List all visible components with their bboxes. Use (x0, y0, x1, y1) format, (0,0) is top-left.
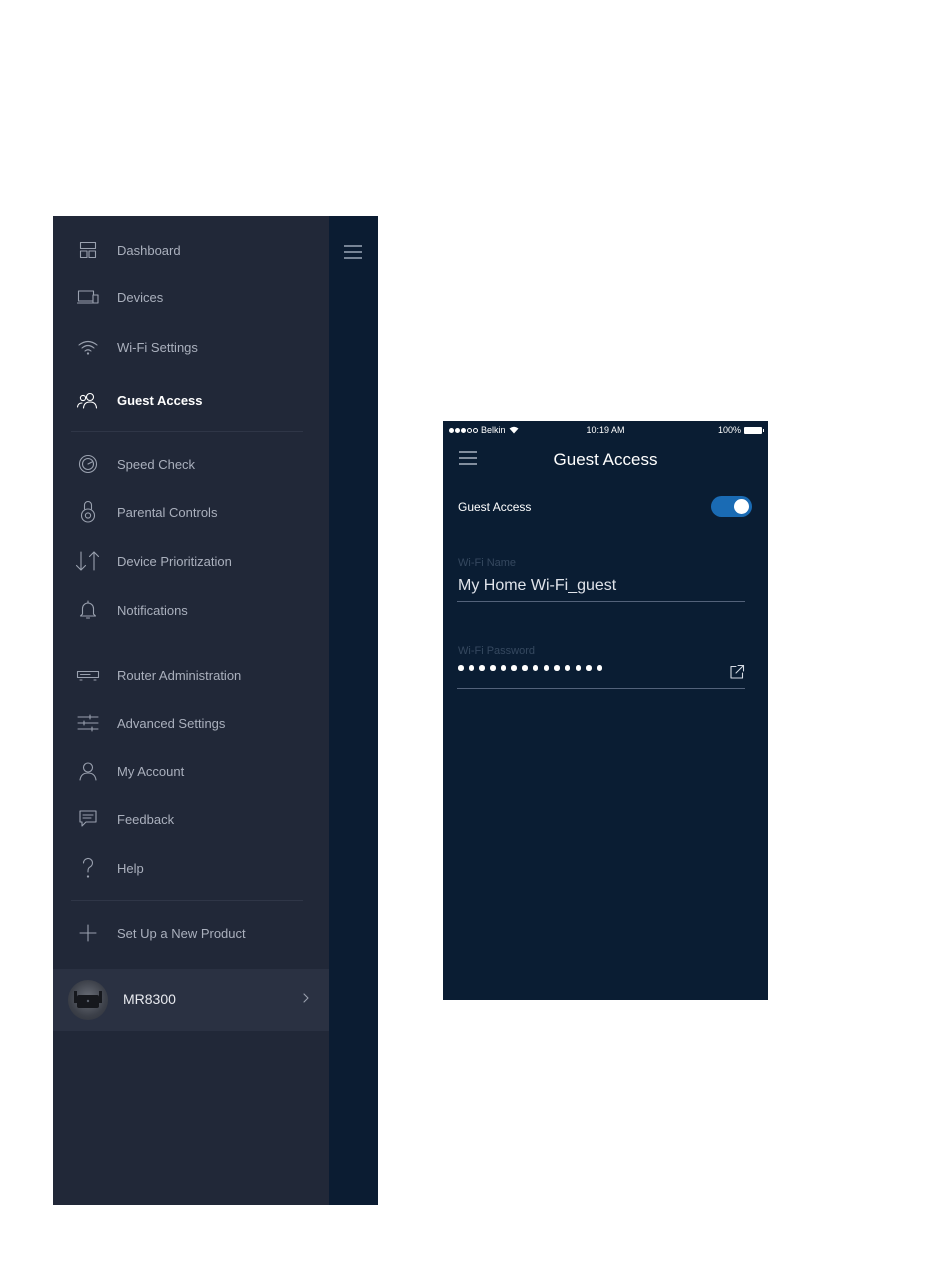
wifi-name-caption: Wi-Fi Name (458, 557, 517, 569)
navigation-menu-screen: Dashboard Devices Wi-Fi Settings Guest A… (53, 216, 378, 1205)
menu-item-parental-controls[interactable]: Parental Controls (53, 492, 329, 532)
password-mask-dot (490, 665, 496, 671)
password-mask-dot (479, 665, 485, 671)
device-name: MR8300 (123, 991, 176, 1007)
menu-item-label: Speed Check (117, 456, 196, 472)
menu-item-set-up-new-product[interactable]: Set Up a New Product (53, 913, 329, 953)
menu-divider (71, 900, 303, 901)
menu-item-devices[interactable]: Devices (53, 277, 329, 317)
menu-item-feedback[interactable]: Feedback (53, 799, 329, 839)
guest-access-icon (73, 385, 103, 415)
hamburger-menu-icon[interactable] (343, 244, 363, 260)
question-mark-icon (73, 853, 103, 883)
menu-item-guest-access[interactable]: Guest Access (53, 380, 329, 420)
menu-item-label: Feedback (117, 811, 175, 827)
menu-item-label: Devices (117, 289, 164, 305)
menu-item-help[interactable]: Help (53, 848, 329, 888)
menu-item-label: My Account (117, 763, 185, 779)
password-mask-dot (511, 665, 517, 671)
prioritization-arrows-icon (73, 546, 103, 576)
menu-divider (71, 431, 303, 432)
menu-item-label: Help (117, 860, 144, 876)
menu-item-notifications[interactable]: Notifications (53, 590, 329, 630)
sliders-icon (73, 708, 103, 738)
device-row-mr8300[interactable]: MR8300 (53, 969, 329, 1031)
menu-item-label: Notifications (117, 602, 188, 618)
menu-item-label: Guest Access (117, 392, 203, 408)
page-title: Guest Access (553, 450, 658, 469)
devices-icon (73, 282, 103, 312)
password-mask-dot (500, 665, 507, 671)
password-mask-dot (468, 665, 475, 671)
menu-item-router-administration[interactable]: Router Administration (53, 655, 329, 695)
wifi-password-field[interactable] (458, 665, 603, 671)
password-mask-dot (575, 665, 582, 671)
status-bar-right: 100% (717, 425, 764, 435)
user-icon (73, 756, 103, 786)
chat-bubble-icon (73, 804, 103, 834)
password-mask-dot (554, 665, 560, 671)
speedometer-icon (73, 449, 103, 479)
menu-item-label: Wi-Fi Settings (117, 339, 198, 355)
parental-controls-icon (73, 497, 103, 527)
menu-item-label: Advanced Settings (117, 715, 226, 731)
menu-item-wifi-settings[interactable]: Wi-Fi Settings (53, 327, 329, 367)
menu-item-advanced-settings[interactable]: Advanced Settings (53, 703, 329, 743)
chevron-right-icon (301, 991, 311, 1005)
battery-icon (744, 426, 764, 434)
password-mask-dot (543, 665, 549, 671)
password-mask-dot (596, 665, 603, 671)
battery-percent: 100% (717, 425, 741, 435)
status-bar: Belkin 10:19 AM 100% (443, 421, 768, 439)
password-mask-dot (522, 665, 528, 671)
password-mask-dot (586, 665, 592, 671)
password-mask-dot (564, 665, 571, 671)
wifi-password-caption: Wi-Fi Password (458, 645, 536, 657)
menu-item-label: Set Up a New Product (117, 925, 246, 941)
guest-access-toggle[interactable] (711, 496, 752, 517)
dashboard-icon (73, 235, 103, 265)
menu-item-my-account[interactable]: My Account (53, 751, 329, 791)
menu-item-device-prioritization[interactable]: Device Prioritization (53, 541, 329, 581)
toggle-knob (734, 499, 749, 514)
wifi-icon (73, 332, 103, 362)
wifi-name-field[interactable]: My Home Wi-Fi_guest (458, 577, 616, 595)
menu-item-label: Parental Controls (117, 504, 218, 520)
menu-item-label: Device Prioritization (117, 553, 232, 569)
password-mask-dot (458, 665, 464, 671)
menu-item-dashboard[interactable]: Dashboard (53, 230, 329, 270)
wifi-password-underline (457, 688, 745, 689)
router-icon (73, 660, 103, 690)
guest-access-toggle-label: Guest Access (458, 500, 532, 514)
password-mask-dot (532, 665, 539, 671)
menu-item-speed-check[interactable]: Speed Check (53, 444, 329, 484)
menu-overlay-rail (329, 216, 378, 1205)
menu-item-label: Dashboard (117, 242, 181, 258)
wifi-name-underline (457, 601, 745, 602)
plus-icon (73, 918, 103, 948)
guest-access-screen: Belkin 10:19 AM 100% Guest Access Guest … (443, 421, 768, 1000)
bell-icon (73, 595, 103, 625)
menu-item-label: Router Administration (117, 667, 242, 683)
router-device-avatar (68, 980, 108, 1020)
share-icon[interactable] (729, 664, 745, 680)
